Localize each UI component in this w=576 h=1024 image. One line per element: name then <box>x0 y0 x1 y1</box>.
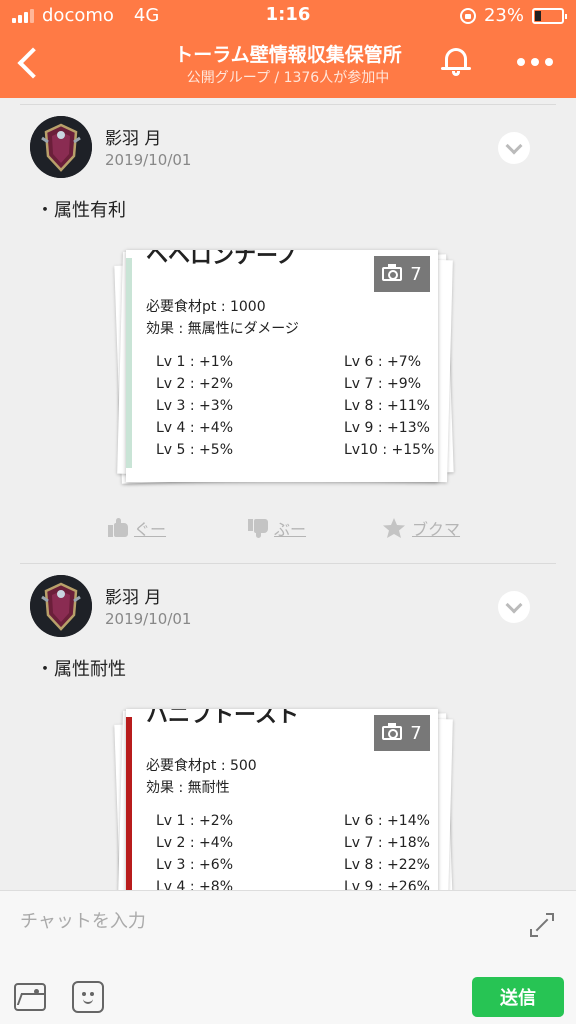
post-text: ・属性有利 <box>36 200 126 221</box>
card-title: ハニフトースト <box>146 709 299 728</box>
photo-count: 7 <box>410 722 422 744</box>
avatar[interactable] <box>30 575 92 637</box>
post-date: 2019/10/01 <box>105 610 192 628</box>
post-text: ・属性耐性 <box>36 659 126 680</box>
level-entry: Lv 3 : +6% <box>156 857 233 873</box>
battery-icon <box>532 7 567 24</box>
chevron-down-icon[interactable] <box>498 591 530 623</box>
bell-icon[interactable] <box>440 44 472 78</box>
expand-icon[interactable] <box>528 911 556 939</box>
level-entry: Lv 1 : +2% <box>156 813 233 829</box>
back-icon[interactable] <box>10 44 46 84</box>
level-entry: Lv 2 : +4% <box>156 835 233 851</box>
level-entry: Lv 3 : +3% <box>156 398 233 414</box>
status-bar: docomo 4G 1:16 23% <box>0 0 576 30</box>
photo-count-badge: 7 <box>374 715 430 751</box>
level-entry: Lv 4 : +4% <box>156 420 233 436</box>
author-name[interactable]: 影羽 月 <box>105 583 161 608</box>
level-entry: Lv 2 : +2% <box>156 376 233 392</box>
like-button[interactable]: ぐー <box>108 516 166 540</box>
group-subtitle: 公開グループ / 1376人が参加中 <box>186 70 390 86</box>
emoji-icon[interactable] <box>72 981 104 1013</box>
author-name[interactable]: 影羽 月 <box>105 124 161 149</box>
battery-percent: 23% <box>483 5 524 26</box>
card-effect: 効果 : 無属性にダメージ <box>146 321 299 337</box>
star-icon <box>383 518 405 538</box>
card-cost: 必要食材pt : 500 <box>146 758 257 774</box>
avatar[interactable] <box>30 116 92 178</box>
post-date: 2019/10/01 <box>105 151 192 169</box>
image-icon[interactable] <box>14 983 46 1011</box>
dislike-label: ぶー <box>274 520 307 539</box>
thumbs-up-icon <box>108 518 128 537</box>
thumbs-down-icon <box>248 519 268 538</box>
bookmark-button[interactable]: ブクマ <box>382 516 460 540</box>
chevron-down-icon[interactable] <box>498 132 530 164</box>
image-card[interactable]: ヘヘロンナーノ 必要食材pt : 1000 効果 : 無属性にダメージ Lv 1… <box>126 250 438 482</box>
level-entry: Lv 7 : +18% <box>344 835 430 851</box>
post-actions: ぐー ぶー ブクマ <box>0 516 576 546</box>
level-entry: Lv 6 : +7% <box>344 354 421 370</box>
photo-count: 7 <box>410 263 422 285</box>
level-entry: Lv 8 : +22% <box>344 857 430 873</box>
card-cost: 必要食材pt : 1000 <box>146 299 266 315</box>
level-entry: Lv 5 : +5% <box>156 442 233 458</box>
camera-icon <box>382 264 403 281</box>
image-stack[interactable]: ヘヘロンナーノ 必要食材pt : 1000 効果 : 無属性にダメージ Lv 1… <box>114 250 454 490</box>
dislike-button[interactable]: ぶー <box>248 516 306 540</box>
app-header: docomo 4G 1:16 23% トーラム壁情報収集保管所 公開グループ /… <box>0 0 576 98</box>
chat-input[interactable]: チャットを入力 <box>20 907 146 933</box>
chat-post: 影羽 月 2019/10/01 ・属性有利 ヘヘロンナーノ 必要食材pt : 1… <box>0 102 576 562</box>
camera-icon <box>382 723 403 740</box>
more-icon[interactable] <box>510 52 560 72</box>
level-entry: Lv 7 : +9% <box>344 376 421 392</box>
bookmark-label: ブクマ <box>412 520 461 539</box>
level-entry: Lv10 : +15% <box>344 442 435 458</box>
image-edge-strip <box>126 258 132 468</box>
like-label: ぐー <box>134 520 167 539</box>
page-title: トーラム壁情報収集保管所 <box>174 44 402 66</box>
photo-count-badge: 7 <box>374 256 430 292</box>
level-entry: Lv 9 : +13% <box>344 420 430 436</box>
card-title: ヘヘロンナーノ <box>146 250 299 269</box>
level-entry: Lv 6 : +14% <box>344 813 430 829</box>
level-entry: Lv 1 : +1% <box>156 354 233 370</box>
send-button[interactable]: 送信 <box>472 977 564 1017</box>
card-effect: 効果 : 無耐性 <box>146 780 230 796</box>
rotation-lock-icon <box>459 7 476 24</box>
chat-composer: チャットを入力 送信 <box>0 890 576 1024</box>
level-entry: Lv 8 : +11% <box>344 398 430 414</box>
